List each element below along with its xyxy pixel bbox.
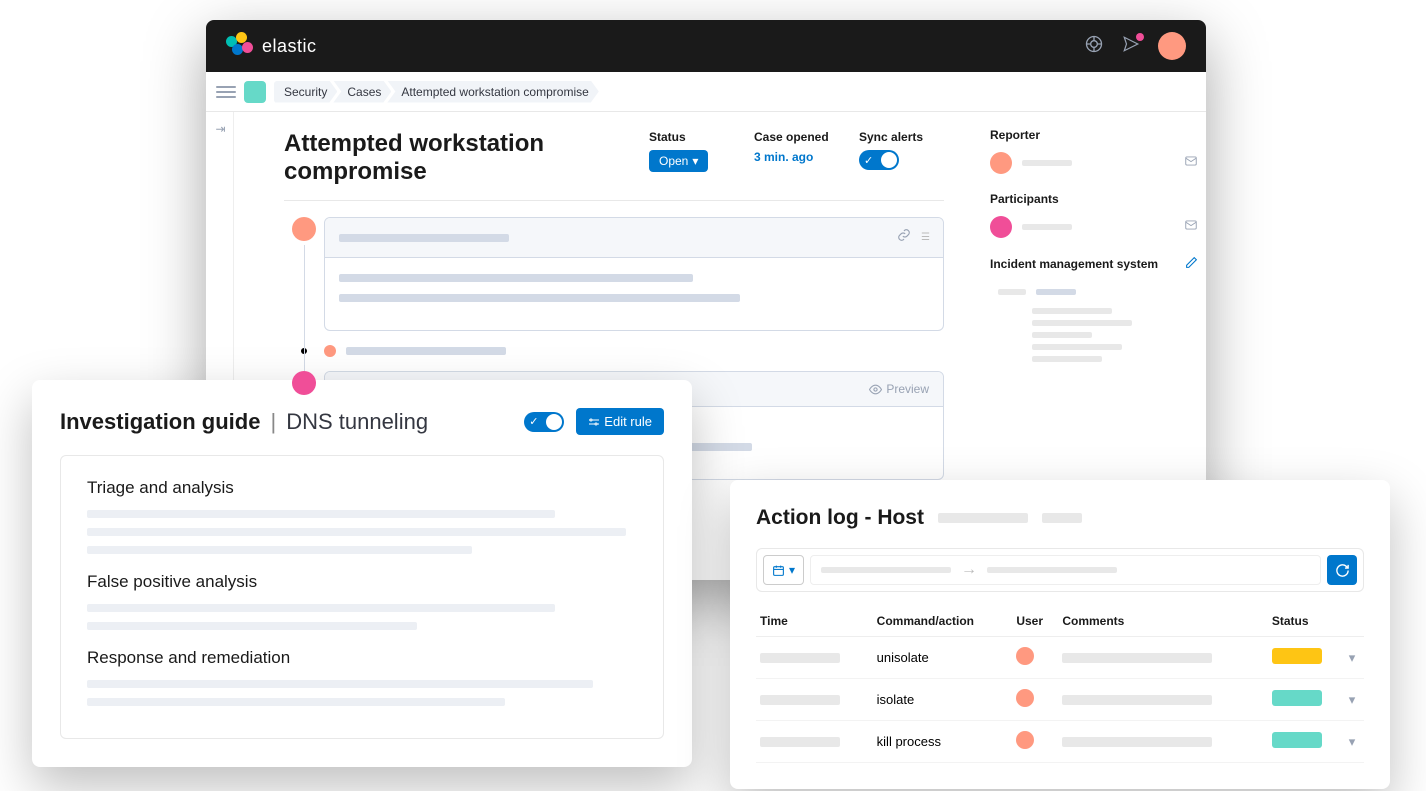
- timeline-event: [324, 345, 944, 357]
- reporter-row: [990, 152, 1198, 174]
- reporter-avatar: [990, 152, 1012, 174]
- guide-toggle[interactable]: ✓: [524, 412, 564, 432]
- edit-icon[interactable]: [1185, 256, 1198, 272]
- col-status: Status: [1268, 606, 1345, 637]
- preview-button[interactable]: Preview: [869, 382, 929, 396]
- chevron-down-icon[interactable]: ▾: [1349, 692, 1356, 707]
- participant-row: [990, 216, 1198, 238]
- sync-label: Sync alerts: [859, 130, 944, 144]
- top-right-icons: [1084, 32, 1186, 60]
- investigation-guide-panel: Investigation guide | DNS tunneling ✓ Ed…: [32, 380, 692, 767]
- top-bar: elastic: [206, 20, 1206, 72]
- table-row: unisolate ▾: [756, 637, 1364, 679]
- chevron-down-icon: ▾: [789, 563, 795, 577]
- guide-section-heading: Response and remediation: [87, 648, 637, 668]
- mail-icon[interactable]: [1184, 154, 1198, 173]
- reporter-heading: Reporter: [990, 128, 1198, 142]
- status-badge: [1272, 690, 1322, 706]
- crumb-current: Attempted workstation compromise: [387, 81, 598, 103]
- chevron-down-icon: ▾: [692, 154, 698, 168]
- menu-icon[interactable]: [216, 83, 236, 101]
- guide-title: Investigation guide: [60, 409, 260, 435]
- guide-section-heading: False positive analysis: [87, 572, 637, 592]
- action-log-title: Action log - Host: [756, 506, 924, 530]
- crumb-cases[interactable]: Cases: [333, 81, 391, 103]
- arrow-right-icon: →: [961, 561, 977, 579]
- user-avatar: [1016, 689, 1034, 707]
- sync-toggle[interactable]: ✓: [859, 150, 899, 170]
- refresh-button[interactable]: [1327, 555, 1357, 585]
- breadcrumb-bar: Security Cases Attempted workstation com…: [206, 72, 1206, 112]
- status-dropdown[interactable]: Open▾: [649, 150, 708, 172]
- edit-rule-button[interactable]: Edit rule: [576, 408, 664, 435]
- status-badge: [1272, 732, 1322, 748]
- brand-name: elastic: [262, 36, 317, 57]
- participants-heading: Participants: [990, 192, 1198, 206]
- status-badge: [1272, 648, 1322, 664]
- ims-heading: Incident management system: [990, 257, 1158, 271]
- news-icon[interactable]: [1122, 35, 1140, 58]
- participant-avatar: [990, 216, 1012, 238]
- user-avatar: [1016, 647, 1034, 665]
- calendar-icon[interactable]: ▾: [763, 555, 804, 585]
- date-picker[interactable]: ▾ →: [756, 548, 1364, 592]
- opened-label: Case opened: [754, 130, 839, 144]
- chevron-down-icon[interactable]: ▾: [1349, 734, 1356, 749]
- activity-card: ☰: [324, 217, 944, 331]
- event-avatar: [324, 345, 336, 357]
- timeline-avatar-1: [292, 217, 316, 241]
- card-menu-icon[interactable]: ☰: [921, 232, 929, 243]
- command-cell: kill process: [873, 721, 1013, 763]
- page-title: Attempted workstation compromise: [284, 130, 629, 186]
- col-command: Command/action: [873, 606, 1013, 637]
- col-time: Time: [756, 606, 873, 637]
- help-icon[interactable]: [1084, 34, 1104, 59]
- col-comments: Comments: [1058, 606, 1267, 637]
- table-row: kill process ▾: [756, 721, 1364, 763]
- command-cell: isolate: [873, 679, 1013, 721]
- user-avatar: [1016, 731, 1034, 749]
- action-log-panel: Action log - Host ▾ → Time Command/actio…: [730, 480, 1390, 789]
- notification-dot: [1136, 33, 1144, 41]
- user-avatar[interactable]: [1158, 32, 1186, 60]
- elastic-logo-icon: [226, 32, 254, 60]
- chevron-down-icon[interactable]: ▾: [1349, 650, 1356, 665]
- link-icon[interactable]: [897, 228, 911, 247]
- guide-subject: DNS tunneling: [286, 409, 428, 435]
- table-row: isolate ▾: [756, 679, 1364, 721]
- command-cell: unisolate: [873, 637, 1013, 679]
- mail-icon[interactable]: [1184, 218, 1198, 237]
- action-log-table: Time Command/action User Comments Status…: [756, 606, 1364, 763]
- col-user: User: [1012, 606, 1058, 637]
- breadcrumb: Security Cases Attempted workstation com…: [274, 81, 599, 103]
- space-badge[interactable]: [244, 81, 266, 103]
- guide-section-heading: Triage and analysis: [87, 478, 637, 498]
- opened-time: 3 min. ago: [754, 150, 839, 164]
- crumb-security[interactable]: Security: [274, 81, 337, 103]
- timeline-avatar-2: [292, 371, 316, 395]
- logo[interactable]: elastic: [226, 32, 317, 60]
- status-label: Status: [649, 130, 734, 144]
- guide-body: Triage and analysis False positive analy…: [60, 455, 664, 739]
